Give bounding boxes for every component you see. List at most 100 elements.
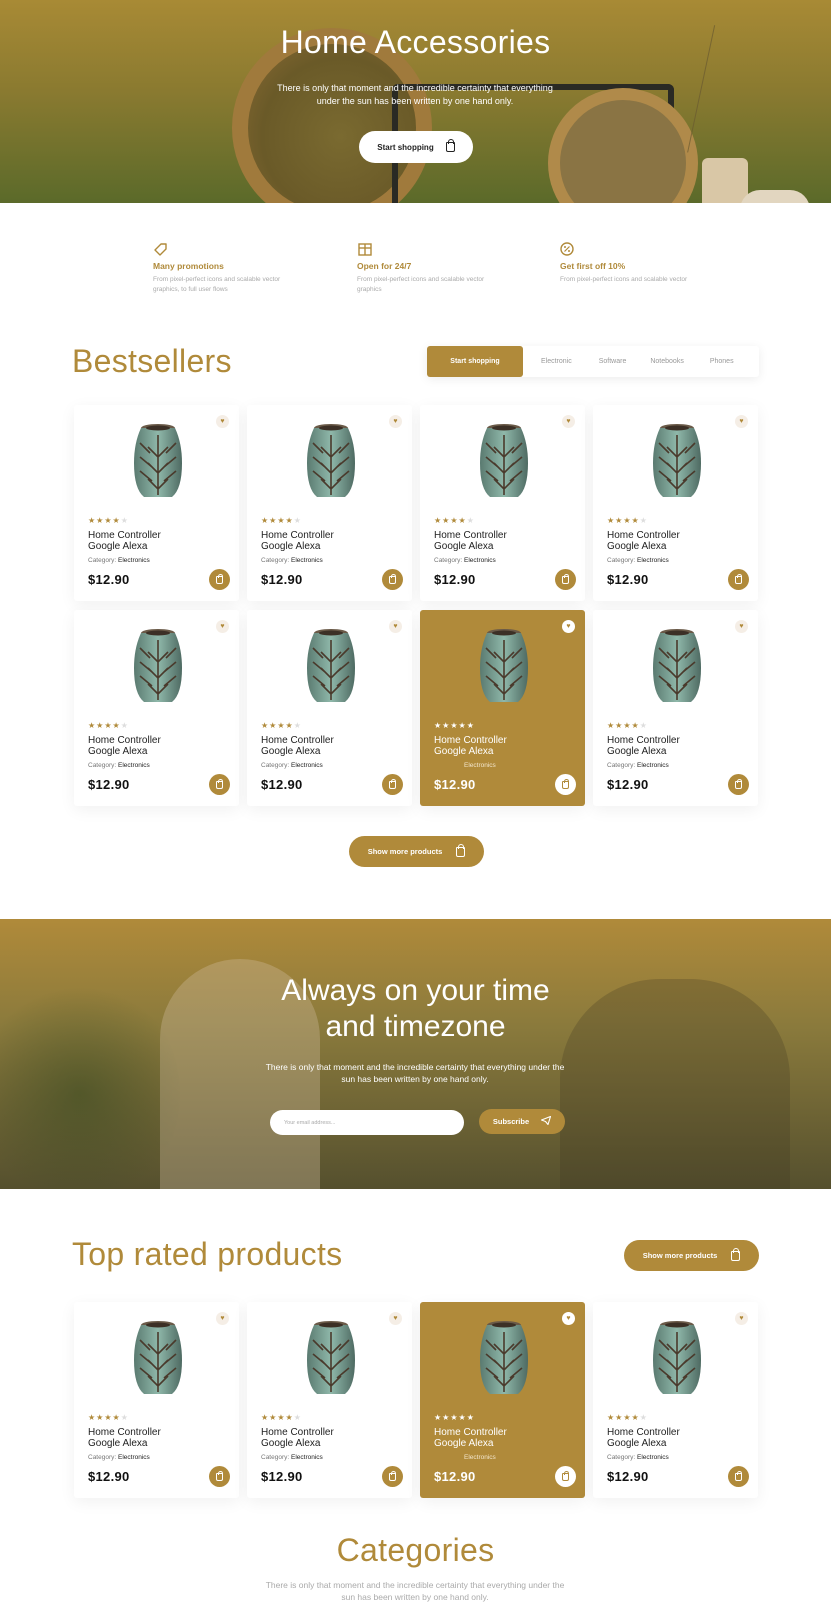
product-image[interactable]	[649, 423, 705, 499]
product-image[interactable]	[476, 423, 532, 499]
feature-title: Get first off 10%	[560, 261, 626, 271]
shopping-bag-icon	[735, 573, 742, 584]
shopping-bag-icon	[216, 778, 223, 789]
tab-notebooks[interactable]: Notebooks	[650, 358, 683, 365]
tab-electronic[interactable]: Electronic	[541, 358, 572, 365]
rating-stars: ★★★★★	[261, 516, 302, 525]
product-name[interactable]: Home Controller Google Alexa	[88, 530, 218, 552]
product-name[interactable]: Home Controller Google Alexa	[261, 1427, 391, 1449]
heart-icon[interactable]: ♥	[389, 1312, 402, 1325]
heart-icon[interactable]: ♥	[562, 415, 575, 428]
product-category: Category: Electronics	[261, 557, 323, 564]
product-card[interactable]: ♥ ★★★★★ Home ControllerGoogle Alexa Cate…	[420, 405, 585, 601]
feature-desc: From pixel-perfect icons and scalable ve…	[357, 276, 485, 293]
heart-icon[interactable]: ♥	[216, 620, 229, 633]
product-name[interactable]: Home Controller Google Alexa	[261, 530, 391, 552]
feature-promotions: Many promotions From pixel-perfect icons…	[153, 242, 283, 295]
product-image[interactable]	[649, 1320, 705, 1396]
heart-icon[interactable]: ♥	[562, 620, 575, 633]
product-card[interactable]: ♥ ★★★★★ Home ControllerGoogle Alexa Cate…	[74, 1302, 239, 1498]
product-image[interactable]	[303, 628, 359, 704]
heart-icon[interactable]: ♥	[735, 1312, 748, 1325]
heart-icon[interactable]: ♥	[562, 1312, 575, 1325]
subscribe-button[interactable]: Subscribe	[479, 1109, 565, 1134]
product-card[interactable]: ♥ ★★★★★ Home ControllerGoogle Alexa Cate…	[247, 1302, 412, 1498]
feature-discount: Get first off 10% From pixel-perfect ico…	[560, 242, 690, 285]
add-to-cart-button[interactable]	[382, 1466, 403, 1487]
shopping-bag-icon	[389, 573, 396, 584]
product-image[interactable]	[476, 628, 532, 704]
product-name[interactable]: Home Controller Google Alexa	[607, 735, 737, 757]
heart-icon[interactable]: ♥	[389, 620, 402, 633]
product-card[interactable]: ♥ ★★★★★ Home ControllerGoogle Alexa Cate…	[420, 610, 585, 806]
product-card[interactable]: ♥ ★★★★★ Home ControllerGoogle Alexa Cate…	[247, 405, 412, 601]
add-to-cart-button[interactable]	[555, 1466, 576, 1487]
rating-stars: ★★★★★	[261, 721, 302, 730]
product-card[interactable]: ♥ ★★★★★ Home ControllerGoogle Alexa Cate…	[247, 610, 412, 806]
tag-icon	[153, 242, 169, 256]
heart-icon[interactable]: ♥	[216, 415, 229, 428]
product-card[interactable]: ♥ ★★★★★ Home ControllerGoogle Alexa Cate…	[74, 405, 239, 601]
product-category: Category: Electronics	[464, 762, 496, 769]
tab-start-shopping[interactable]: Start shopping	[427, 346, 523, 377]
product-name[interactable]: Home Controller Google Alexa	[607, 530, 737, 552]
product-name[interactable]: Home Controller Google Alexa	[88, 735, 218, 757]
heart-icon[interactable]: ♥	[735, 620, 748, 633]
rating-stars: ★★★★★	[88, 721, 129, 730]
product-card[interactable]: ♥ ★★★★★ Home ControllerGoogle Alexa Cate…	[593, 610, 758, 806]
add-to-cart-button[interactable]	[555, 569, 576, 590]
add-to-cart-button[interactable]	[728, 569, 749, 590]
add-to-cart-button[interactable]	[555, 774, 576, 795]
product-image[interactable]	[130, 628, 186, 704]
product-image[interactable]	[303, 423, 359, 499]
add-to-cart-button[interactable]	[382, 774, 403, 795]
product-image[interactable]	[130, 1320, 186, 1396]
heart-icon[interactable]: ♥	[216, 1312, 229, 1325]
feature-title: Open for 24/7	[357, 261, 412, 271]
product-image[interactable]	[130, 423, 186, 499]
add-to-cart-button[interactable]	[209, 569, 230, 590]
product-name[interactable]: Home Controller Google Alexa	[88, 1427, 218, 1449]
product-price: $12.90	[607, 1469, 649, 1484]
product-price: $12.90	[261, 1469, 303, 1484]
add-to-cart-button[interactable]	[209, 1466, 230, 1487]
add-to-cart-button[interactable]	[728, 1466, 749, 1487]
product-name[interactable]: Home Controller Google Alexa	[607, 1427, 737, 1449]
product-category: Category: Electronics	[261, 762, 323, 769]
add-to-cart-button[interactable]	[728, 774, 749, 795]
add-to-cart-button[interactable]	[209, 774, 230, 795]
product-image[interactable]	[476, 1320, 532, 1396]
product-category: Category: Electronics	[464, 1454, 496, 1461]
product-name[interactable]: Home Controller Google Alexa	[434, 735, 564, 757]
add-to-cart-button[interactable]	[382, 569, 403, 590]
start-shopping-button[interactable]: Start shopping	[359, 131, 473, 163]
product-category: Category: Electronics	[88, 1454, 150, 1461]
product-name[interactable]: Home Controller Google Alexa	[261, 735, 391, 757]
product-card[interactable]: ♥ ★★★★★ Home ControllerGoogle Alexa Cate…	[420, 1302, 585, 1498]
product-price: $12.90	[434, 572, 476, 587]
heart-icon[interactable]: ♥	[735, 415, 748, 428]
rating-stars: ★★★★★	[434, 516, 475, 525]
tab-software[interactable]: Software	[599, 358, 627, 365]
shopping-bag-icon	[735, 778, 742, 789]
product-image[interactable]	[649, 628, 705, 704]
feature-open-24-7: Open for 24/7 From pixel-perfect icons a…	[357, 242, 487, 295]
product-card[interactable]: ♥ ★★★★★ Home ControllerGoogle Alexa Cate…	[74, 610, 239, 806]
email-input[interactable]	[270, 1110, 464, 1135]
product-card[interactable]: ♥ ★★★★★ Home ControllerGoogle Alexa Cate…	[593, 1302, 758, 1498]
shopping-bag-icon	[389, 1470, 396, 1481]
product-price: $12.90	[261, 777, 303, 792]
product-card[interactable]: ♥ ★★★★★ Home ControllerGoogle Alexa Cate…	[593, 405, 758, 601]
heart-icon[interactable]: ♥	[389, 415, 402, 428]
product-name[interactable]: Home Controller Google Alexa	[434, 1427, 564, 1449]
feature-title: Many promotions	[153, 261, 224, 271]
tab-phones[interactable]: Phones	[710, 358, 734, 365]
show-more-products-button[interactable]: Show more products	[349, 836, 484, 867]
product-name[interactable]: Home Controller Google Alexa	[434, 530, 564, 552]
top-rated-show-more-button[interactable]: Show more products	[624, 1240, 759, 1271]
shopping-bag-icon	[445, 139, 455, 152]
category-tabs: Start shopping Electronic Software Noteb…	[427, 346, 759, 377]
product-category: Category: Electronics	[261, 1454, 323, 1461]
shopping-bag-icon	[562, 778, 569, 789]
product-image[interactable]	[303, 1320, 359, 1396]
